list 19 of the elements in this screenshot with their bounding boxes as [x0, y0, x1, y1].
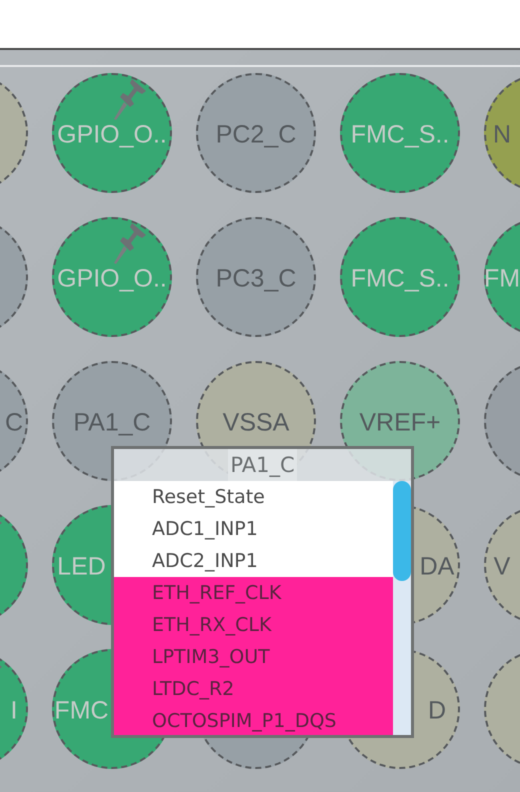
pin-label: N — [492, 122, 512, 148]
pin-label: FMC_S.. — [350, 266, 450, 292]
pin-label: LED — [57, 554, 106, 580]
pin-label: DA — [420, 554, 454, 580]
pin-label: V — [494, 554, 510, 580]
pin-label: FMC — [54, 698, 109, 724]
pin-label: FMC_S.. — [350, 122, 450, 148]
pin-label: VREF+ — [359, 410, 441, 436]
pin-label: GPIO_O.. — [57, 266, 167, 292]
pin-label: PC3_C — [216, 266, 296, 292]
pin-label: VSSA — [222, 410, 290, 436]
pin-label: PC2_C — [216, 122, 296, 148]
pin-label: D — [428, 698, 446, 724]
pin-label: FM — [484, 266, 520, 292]
pin-label: I — [10, 698, 18, 724]
pin-label: PA1_C — [73, 410, 151, 436]
menu-title: PA1_C — [228, 449, 297, 481]
pin-label: C — [4, 410, 24, 436]
pin-label: GPIO_O.. — [57, 122, 167, 148]
